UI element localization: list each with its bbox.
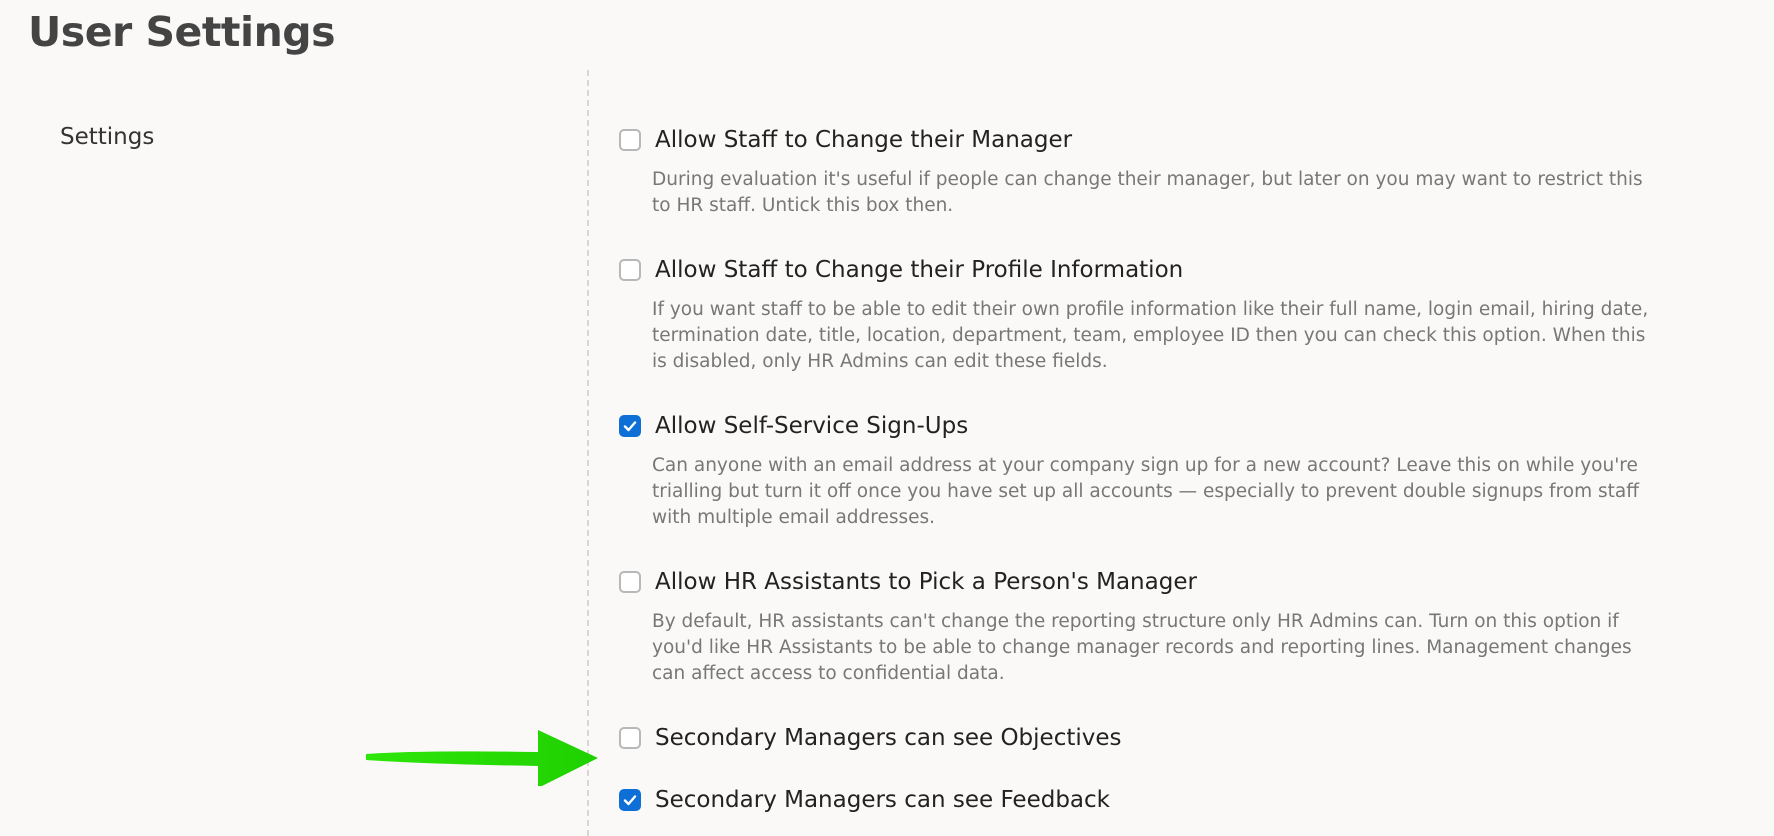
checkbox-secondary-managers-feedback[interactable] [619, 789, 641, 811]
setting-description: If you want staff to be able to edit the… [652, 299, 1649, 372]
setting-description: Can anyone with an email address at your… [652, 455, 1639, 528]
checkmark-icon [623, 421, 637, 432]
setting-label: Allow HR Assistants to Pick a Person's M… [655, 569, 1197, 595]
checkbox-allow-staff-change-profile[interactable] [619, 259, 641, 281]
setting-row[interactable]: Secondary Managers can see Feedback [619, 787, 1669, 813]
setting-label: Secondary Managers can see Objectives [655, 725, 1122, 751]
setting-allow-staff-change-profile: Allow Staff to Change their Profile Info… [619, 257, 1669, 375]
setting-label: Allow Staff to Change their Manager [655, 127, 1073, 153]
green-arrow-icon [366, 730, 598, 786]
checkmark-icon [623, 795, 637, 806]
setting-allow-hr-assistants-pick-manager: Allow HR Assistants to Pick a Person's M… [619, 569, 1669, 687]
checkbox-allow-hr-assistants-pick-manager[interactable] [619, 571, 641, 593]
setting-label: Secondary Managers can see Feedback [655, 787, 1110, 813]
setting-allow-self-service-signups: Allow Self-Service Sign-Ups Can anyone w… [619, 413, 1669, 531]
setting-secondary-managers-objectives: Secondary Managers can see Objectives [619, 725, 1669, 751]
setting-row[interactable]: Secondary Managers can see Objectives [619, 725, 1669, 751]
section-label-settings: Settings [60, 124, 155, 150]
setting-secondary-managers-feedback: Secondary Managers can see Feedback [619, 787, 1669, 813]
setting-label: Allow Self-Service Sign-Ups [655, 413, 969, 439]
setting-allow-staff-change-manager: Allow Staff to Change their Manager Duri… [619, 127, 1669, 219]
checkbox-secondary-managers-objectives[interactable] [619, 727, 641, 749]
checkbox-allow-self-service-signups[interactable] [619, 415, 641, 437]
setting-description: By default, HR assistants can't change t… [652, 611, 1632, 684]
page-title: User Settings [28, 8, 336, 56]
column-divider [587, 70, 589, 836]
setting-row[interactable]: Allow Staff to Change their Manager [619, 127, 1669, 153]
setting-label: Allow Staff to Change their Profile Info… [655, 257, 1184, 283]
checkbox-allow-staff-change-manager[interactable] [619, 129, 641, 151]
setting-row[interactable]: Allow HR Assistants to Pick a Person's M… [619, 569, 1669, 595]
setting-description: During evaluation it's useful if people … [652, 169, 1643, 216]
setting-row[interactable]: Allow Staff to Change their Profile Info… [619, 257, 1669, 283]
setting-row[interactable]: Allow Self-Service Sign-Ups [619, 413, 1669, 439]
